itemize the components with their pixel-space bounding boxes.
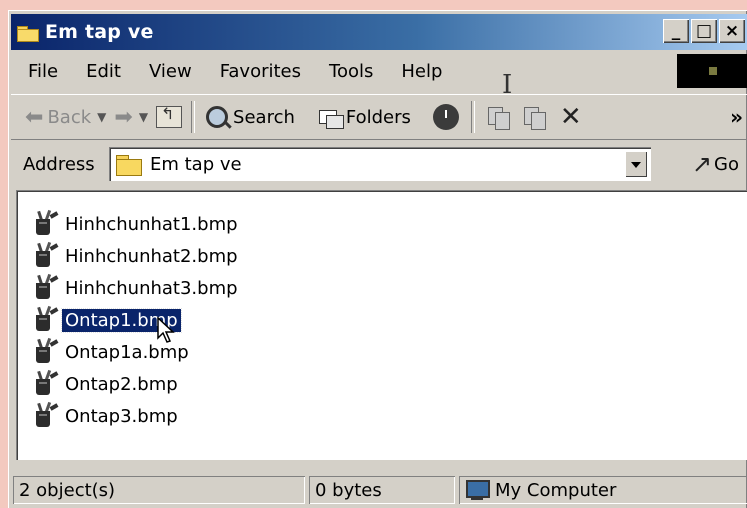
status-size: 0 bytes	[309, 476, 455, 504]
menu-view[interactable]: View	[135, 61, 206, 82]
file-name: Hinhchunhat2.bmp	[65, 245, 238, 267]
paint-file-icon	[32, 337, 60, 366]
paint-file-icon	[32, 305, 60, 334]
minimize-button[interactable]: _	[663, 19, 689, 43]
file-item[interactable]: Ontap3.bmp	[32, 401, 181, 430]
menu-favorites[interactable]: Favorites	[206, 61, 315, 82]
file-item[interactable]: Hinhchunhat3.bmp	[32, 273, 241, 302]
forward-button[interactable]: ➡ ▼	[110, 99, 152, 135]
object-count: 2 object(s)	[19, 479, 116, 501]
address-value: Em tap ve	[150, 153, 242, 175]
paint-file-icon	[32, 241, 60, 270]
status-objects: 2 object(s)	[13, 476, 305, 504]
close-button[interactable]: ×	[719, 19, 745, 43]
window-title: Em tap ve	[45, 21, 154, 43]
file-list[interactable]: Hinhchunhat1.bmp Hinhchunhat2.bmp Hinhch…	[16, 190, 747, 460]
copy-to-icon[interactable]	[522, 105, 546, 130]
toolbar: ⬅ Back ▼ ➡ ▼ Search Folders ✕ »	[11, 94, 747, 140]
maximize-button[interactable]: □	[691, 19, 717, 43]
toolbar-separator	[191, 101, 196, 133]
search-icon	[204, 104, 230, 130]
paint-file-icon	[32, 209, 60, 238]
file-name: Hinhchunhat3.bmp	[65, 277, 238, 299]
size-value: 0 bytes	[315, 479, 382, 501]
status-bar: 2 object(s) 0 bytes My Computer	[11, 472, 747, 508]
go-button[interactable]: ↗ Go	[692, 148, 739, 180]
folders-icon	[317, 104, 344, 130]
caption-buttons: _ □ ×	[663, 19, 745, 43]
folder-icon	[116, 154, 142, 176]
file-item[interactable]: Hinhchunhat2.bmp	[32, 241, 241, 270]
up-folder-icon[interactable]	[156, 104, 183, 128]
move-to-icon[interactable]	[486, 105, 510, 130]
windows-logo-icon	[677, 54, 747, 88]
folders-label: Folders	[345, 106, 411, 128]
history-icon[interactable]	[432, 104, 459, 130]
search-label: Search	[233, 106, 295, 128]
address-field[interactable]: Em tap ve	[109, 147, 651, 181]
back-arrow-icon: ⬅	[25, 104, 44, 130]
delete-icon[interactable]: ✕	[560, 102, 582, 132]
title-bar[interactable]: Em tap ve _ □ ×	[11, 14, 747, 50]
my-computer-icon	[465, 480, 490, 500]
address-label: Address	[23, 153, 95, 175]
zone-label: My Computer	[495, 479, 617, 501]
back-button[interactable]: ⬅ Back ▼	[21, 99, 110, 135]
text-cursor-icon: I	[502, 70, 513, 100]
menu-bar: File Edit View Favorites Tools Help	[11, 54, 747, 88]
file-item[interactable]: Ontap2.bmp	[32, 369, 181, 398]
menu-file[interactable]: File	[11, 61, 72, 82]
status-zone: My Computer	[459, 476, 747, 504]
folder-icon	[17, 24, 39, 42]
explorer-window: Em tap ve _ □ × File Edit View Favorites…	[8, 10, 747, 508]
go-arrow-icon: ↗	[691, 150, 713, 178]
menu-edit[interactable]: Edit	[72, 61, 135, 82]
go-label: Go	[714, 153, 739, 175]
file-name: Hinhchunhat1.bmp	[65, 213, 238, 235]
paint-file-icon	[32, 369, 60, 398]
file-name: Ontap3.bmp	[65, 405, 178, 427]
toolbar-overflow-icon[interactable]: »	[730, 105, 743, 129]
file-name: Ontap2.bmp	[65, 373, 178, 395]
menu-help[interactable]: Help	[387, 61, 456, 82]
search-button[interactable]: Search	[200, 99, 299, 135]
address-bar: Address Em tap ve ↗ Go	[11, 142, 747, 186]
toolbar-separator	[470, 101, 475, 133]
address-dropdown-button[interactable]	[625, 151, 647, 177]
back-label: Back	[47, 106, 92, 128]
file-item[interactable]: Hinhchunhat1.bmp	[32, 209, 241, 238]
forward-dropdown-icon[interactable]: ▼	[139, 110, 148, 124]
back-dropdown-icon[interactable]: ▼	[97, 110, 106, 124]
forward-arrow-icon: ➡	[114, 104, 133, 130]
paint-file-icon	[32, 401, 60, 430]
menu-tools[interactable]: Tools	[315, 61, 387, 82]
folders-button[interactable]: Folders	[313, 99, 415, 135]
paint-file-icon	[32, 273, 60, 302]
